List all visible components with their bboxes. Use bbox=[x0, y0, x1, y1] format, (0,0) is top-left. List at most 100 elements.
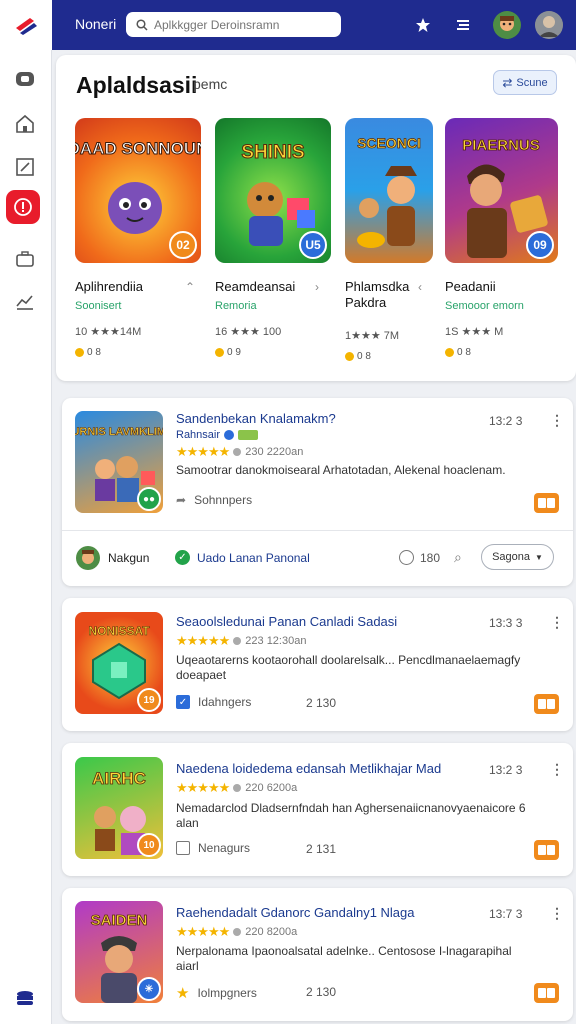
info-icon bbox=[14, 198, 32, 216]
card-coin: 0 8 bbox=[445, 347, 558, 358]
sidebar-item-database[interactable] bbox=[10, 984, 40, 1014]
game-description: Nemadarclod Dladsernfndah han Aghersenai… bbox=[176, 801, 526, 830]
sidebar-item-home[interactable] bbox=[10, 109, 40, 139]
rating-dot-icon bbox=[233, 637, 242, 645]
game-art: SCEONCI bbox=[345, 118, 433, 263]
game-title[interactable]: Sandenbekan Knalamakm? bbox=[176, 411, 336, 426]
sidebar-item-info[interactable] bbox=[6, 190, 40, 224]
game-thumbnail[interactable]: SURNIS LAVMKLIMA ●● bbox=[75, 411, 163, 513]
sidebar-item-gamepad[interactable] bbox=[10, 64, 40, 94]
coin-icon bbox=[75, 348, 84, 357]
star-icon[interactable]: ★ bbox=[176, 984, 189, 1002]
game-badge: ✳ bbox=[137, 977, 161, 1001]
open-game-button[interactable] bbox=[534, 493, 559, 513]
checkbox-checked-icon[interactable]: ✓ bbox=[176, 695, 190, 709]
game-list-item[interactable]: SURNIS LAVMKLIMA ●● Sandenbekan Knalamak… bbox=[62, 398, 573, 586]
game-description: Uqeaotarerns kootaorohall doolarelsalk..… bbox=[176, 653, 521, 682]
featured-card[interactable]: DAAD SONNOUN 02 Aplihrendiia Soonisert 1… bbox=[75, 118, 201, 358]
footer-label: Sohnnpers bbox=[194, 493, 253, 507]
footer-label: Idahngers bbox=[198, 695, 252, 709]
sort-dropdown[interactable]: Sagona ▼ bbox=[481, 544, 554, 570]
avatar-character[interactable] bbox=[493, 11, 521, 39]
search-bar[interactable] bbox=[126, 12, 341, 37]
game-thumbnail[interactable]: NONISSAT 19 bbox=[75, 612, 163, 714]
game-rating: ★★★★★ 220 6200a bbox=[176, 780, 297, 796]
more-options-icon[interactable]: ⋮ bbox=[550, 905, 564, 922]
rating-stars: ★★★★★ bbox=[176, 444, 230, 459]
scene-button[interactable]: ⇄ Scune bbox=[493, 70, 557, 95]
scene-button-label: Scune bbox=[516, 76, 548, 89]
game-title[interactable]: Naedena loidedema edansah Metlikhajar Ma… bbox=[176, 761, 441, 776]
game-rating: ★★★★★ 220 8200a bbox=[176, 924, 297, 940]
home-icon bbox=[16, 114, 34, 133]
check-circle-icon: ✓ bbox=[175, 550, 190, 565]
game-thumbnail[interactable]: AIRHC 10 bbox=[75, 757, 163, 859]
game-time: 13:7 3 bbox=[489, 907, 523, 921]
view-count: 180 bbox=[399, 550, 440, 565]
share-icon[interactable]: ➦ bbox=[176, 493, 186, 507]
game-rating: ★★★★★ 223 12:30an bbox=[176, 633, 306, 649]
open-game-button[interactable] bbox=[534, 983, 559, 1003]
card-rating: 10 ★★★14M bbox=[75, 326, 142, 338]
game-art-title: AIRHC bbox=[92, 769, 146, 788]
view-count-text: 180 bbox=[420, 550, 441, 565]
featured-card[interactable]: PIAERNUS 09 Peadanii Semooor emorn 1S ★★… bbox=[445, 118, 558, 358]
card-expand-icon[interactable]: ⌃ bbox=[185, 280, 195, 294]
search-input[interactable] bbox=[154, 17, 339, 32]
game-art: SHINIS U5 bbox=[215, 118, 331, 263]
featured-title: Aplaldsasii bbox=[76, 72, 198, 98]
game-list-item[interactable]: AIRHC 10 Naedena loidedema edansah Metli… bbox=[62, 743, 573, 876]
app-logo[interactable] bbox=[0, 0, 52, 50]
chevron-down-icon: ▼ bbox=[535, 552, 543, 562]
tag-chip bbox=[238, 430, 259, 440]
game-list-item[interactable]: SAIDEN ✳ Raehendadalt Gdanorc Gandalny1 … bbox=[62, 888, 573, 1021]
checkbox-icon[interactable] bbox=[176, 841, 190, 855]
rating-stars: ★★★★★ bbox=[176, 633, 230, 648]
card-category: Remoria bbox=[215, 300, 257, 312]
gamepad-badge-icon: ●● bbox=[137, 487, 161, 511]
game-list-item[interactable]: NONISSAT 19 Seaoolsledunai Panan Canladi… bbox=[62, 598, 573, 731]
avatar-user[interactable] bbox=[535, 11, 563, 39]
game-art-title: SHINIS bbox=[241, 142, 304, 163]
sidebar-item-chart[interactable] bbox=[10, 286, 40, 316]
refresh-icon: ⇄ bbox=[502, 75, 513, 90]
card-next-icon[interactable]: ‹ bbox=[418, 280, 422, 294]
author-name[interactable]: Nakgun bbox=[108, 551, 149, 565]
more-options-icon[interactable]: ⋮ bbox=[550, 614, 564, 631]
game-thumbnail[interactable]: SAIDEN ✳ bbox=[75, 901, 163, 1003]
sort-dropdown-label: Sagona bbox=[492, 551, 530, 563]
open-game-button[interactable] bbox=[534, 840, 559, 860]
sidebar-item-edit[interactable] bbox=[10, 152, 40, 182]
card-badge: U5 bbox=[299, 231, 327, 259]
search-icon bbox=[136, 18, 148, 31]
verified-icon bbox=[224, 430, 235, 440]
sidebar-item-briefcase[interactable] bbox=[10, 244, 40, 274]
featured-card[interactable]: SCEONCI Phlamsdka Pakdra 1★★★ 7M 0 8 bbox=[345, 118, 433, 362]
top-app-bar: Noneri bbox=[0, 0, 576, 50]
footer-count: 2 131 bbox=[306, 842, 337, 856]
rating-meta: 220 8200a bbox=[245, 926, 298, 938]
card-coin: 0 8 bbox=[75, 347, 201, 358]
game-title[interactable]: Raehendadalt Gdanorc Gandalny1 Nlaga bbox=[176, 905, 415, 920]
game-footer: ✓ Idahngers bbox=[176, 695, 251, 709]
footer-label: Iolmpgners bbox=[197, 986, 257, 1000]
footer-count: 2 130 bbox=[306, 985, 337, 999]
more-options-icon[interactable]: ⋮ bbox=[550, 412, 564, 429]
card-next-icon[interactable]: › bbox=[315, 280, 319, 294]
nav-title[interactable]: Noneri bbox=[75, 16, 116, 32]
card-name: Peadanii bbox=[445, 279, 496, 294]
game-badge: 19 bbox=[137, 688, 161, 712]
star-icon[interactable] bbox=[411, 13, 435, 37]
featured-card[interactable]: SHINIS U5 Reamdeansai Remoria 16 ★★★ 100… bbox=[215, 118, 331, 358]
featured-panel: Aplaldsasii pemc ⇄ Scune DAAD SONNOUN 02… bbox=[56, 55, 576, 381]
game-badge: 10 bbox=[137, 833, 161, 857]
rating-meta: 220 6200a bbox=[245, 782, 298, 794]
author-avatar[interactable] bbox=[76, 546, 100, 570]
filter-icon[interactable] bbox=[451, 13, 475, 37]
game-title[interactable]: Seaoolsledunai Panan Canladi Sadasi bbox=[176, 614, 397, 629]
tag-icon[interactable]: ⌕ bbox=[454, 549, 462, 566]
more-options-icon[interactable]: ⋮ bbox=[550, 761, 564, 778]
game-tags: Rahnsair bbox=[176, 429, 259, 441]
game-art-title: DAAD SONNOUN bbox=[75, 139, 201, 158]
open-game-button[interactable] bbox=[534, 694, 559, 714]
